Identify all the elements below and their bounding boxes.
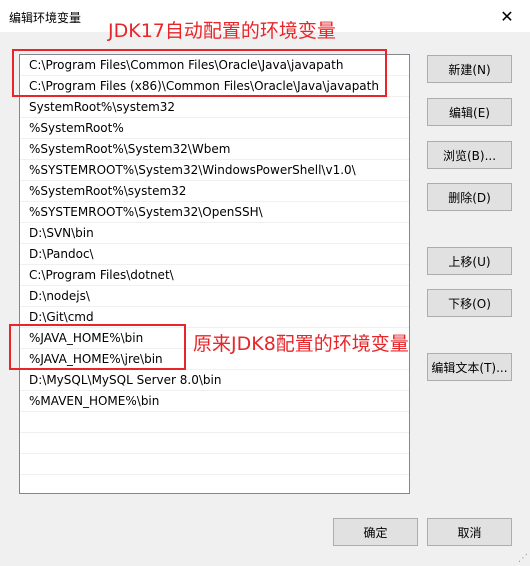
list-item[interactable]: D:\Pandoc\ — [20, 244, 409, 265]
list-item[interactable]: D:\SVN\bin — [20, 223, 409, 244]
list-item[interactable]: D:\MySQL\MySQL Server 8.0\bin — [20, 370, 409, 391]
resize-grip-icon[interactable]: ⋰ — [518, 554, 528, 564]
cancel-button[interactable]: 取消 — [427, 518, 512, 546]
new-button[interactable]: 新建(N) — [427, 55, 512, 83]
list-item-empty[interactable] — [20, 433, 409, 454]
jdk8-highlight-box — [9, 324, 186, 370]
browse-button[interactable]: 浏览(B)... — [427, 141, 512, 169]
list-item[interactable]: %MAVEN_HOME%\bin — [20, 391, 409, 412]
move-up-button[interactable]: 上移(U) — [427, 247, 512, 275]
close-button[interactable]: ✕ — [484, 0, 530, 32]
jdk17-highlight-box — [12, 49, 387, 97]
path-list[interactable]: C:\Program Files\Common Files\Oracle\Jav… — [19, 54, 410, 494]
close-icon: ✕ — [500, 6, 514, 26]
jdk8-annotation: 原来JDK8配置的环境变量 — [193, 333, 409, 355]
list-item[interactable]: D:\nodejs\ — [20, 286, 409, 307]
list-item[interactable]: %SystemRoot%\System32\Wbem — [20, 139, 409, 160]
list-item[interactable]: C:\Program Files\dotnet\ — [20, 265, 409, 286]
window-title: 编辑环境变量 — [9, 11, 82, 25]
edit-button[interactable]: 编辑(E) — [427, 98, 512, 126]
list-item[interactable]: %SystemRoot% — [20, 118, 409, 139]
list-item-empty[interactable] — [20, 412, 409, 433]
delete-button[interactable]: 删除(D) — [427, 183, 512, 211]
list-item[interactable]: %SYSTEMROOT%\System32\WindowsPowerShell\… — [20, 160, 409, 181]
move-down-button[interactable]: 下移(O) — [427, 289, 512, 317]
jdk17-annotation: JDK17自动配置的环境变量 — [108, 20, 336, 42]
list-item-empty[interactable] — [20, 454, 409, 475]
ok-button[interactable]: 确定 — [333, 518, 418, 546]
list-item[interactable]: %SystemRoot%\system32 — [20, 181, 409, 202]
list-item[interactable]: SystemRoot%\system32 — [20, 97, 409, 118]
list-item[interactable]: %SYSTEMROOT%\System32\OpenSSH\ — [20, 202, 409, 223]
edit-text-button[interactable]: 编辑文本(T)... — [427, 353, 512, 381]
